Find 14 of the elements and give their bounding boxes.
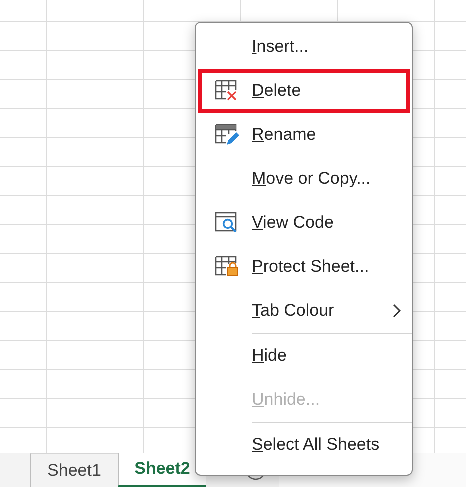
menu-item[interactable]: Rename [198, 113, 410, 157]
grid-lock-icon [215, 256, 239, 278]
chevron-right-icon [392, 303, 402, 319]
menu-item[interactable]: Move or Copy... [198, 157, 410, 201]
window-magnifier-icon [215, 212, 239, 234]
menu-item[interactable]: Delete [198, 69, 410, 113]
grid-pencil-icon [215, 124, 239, 146]
menu-item[interactable]: View Code [198, 201, 410, 245]
menu-item[interactable]: Hide [198, 334, 410, 378]
menu-item[interactable]: Tab Colour [198, 289, 410, 333]
menu-item[interactable]: Insert... [198, 25, 410, 69]
grid-cross-icon [215, 80, 239, 102]
menu-item[interactable]: Protect Sheet... [198, 245, 410, 289]
sheet-tab[interactable]: Sheet2 [118, 453, 206, 487]
